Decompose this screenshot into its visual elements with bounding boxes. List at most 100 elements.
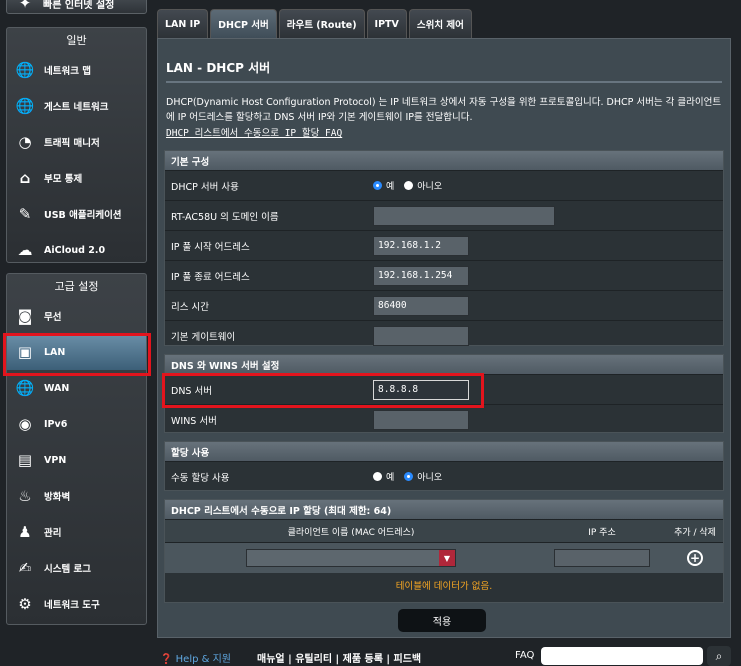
apply-button[interactable]: 적용 (398, 609, 486, 632)
dhcp-enable-no-radio[interactable] (404, 181, 414, 190)
guest-network-icon: 🌐 (15, 97, 35, 115)
add-icon[interactable]: + (687, 550, 703, 566)
sidebar-item-label: WAN (44, 382, 70, 394)
sidebar-item-parental-control[interactable]: ⌂ 부모 통제 (7, 160, 146, 196)
sidebar-item-guest-network[interactable]: 🌐 게스트 네트워크 (7, 88, 146, 124)
pool-end-label: IP 풀 종료 어드레스 (171, 271, 250, 283)
manual-assign-header: 할당 사용 (165, 442, 723, 461)
tools-icon: ⚙ (18, 595, 32, 613)
tab-switch-control[interactable]: 스위치 제어 (408, 9, 472, 38)
sidebar-item-usb-application[interactable]: ✎ USB 애플리케이션 (7, 196, 146, 232)
wins-server-input[interactable] (373, 409, 469, 430)
sidebar-item-label: IPv6 (44, 418, 68, 430)
tab-bar: LAN IP DHCP 서버 라우트 (Route) IPTV 스위치 제어 (157, 8, 472, 38)
lease-row: 리스 시간 (165, 290, 723, 320)
manual-assign-label: 수동 할당 사용 (171, 472, 230, 484)
pool-start-label: IP 풀 시작 어드레스 (171, 241, 250, 253)
help-label: Help & 지원 (175, 654, 231, 665)
tab-route[interactable]: 라우트 (Route) (278, 9, 365, 38)
table-header-row: 클라이언트 이름 (MAC 어드레스) IP 주소 추가 / 삭제 (165, 519, 723, 542)
dns-server-row: DNS 서버 (165, 374, 723, 404)
main-panel: LAN - DHCP 서버 DHCP(Dynamic Host Configur… (157, 38, 731, 638)
dhcp-enable-row: DHCP 서버 사용 예 아니오 (165, 170, 723, 200)
vpn-icon: ▤ (17, 451, 33, 469)
sidebar-item-label: 시스템 로그 (44, 564, 92, 575)
manual-assign-no-label: 아니오 (417, 473, 443, 483)
sidebar-item-label: USB 애플리케이션 (44, 210, 122, 221)
sidebar-item-network-tools[interactable]: ⚙ 네트워크 도구 (7, 586, 146, 622)
help-support-link[interactable]: ❓ Help & 지원 (160, 650, 231, 665)
manual-dhcp-table-header: DHCP 리스트에서 수동으로 IP 할당 (최대 제한: 64) (165, 500, 723, 519)
domain-label: RT-AC58U 의 도메인 이름 (171, 211, 279, 223)
manual-assign-yes-radio[interactable] (373, 472, 382, 481)
sidebar-item-lan[interactable]: ▣ LAN (7, 334, 146, 370)
faq-link[interactable]: DHCP 리스트에서 수동으로 IP 할당 FAQ (166, 125, 342, 139)
sidebar-general-panel: 일반 🌐 네트워크 맵 🌐 게스트 네트워크 ◔ 트래픽 매니저 ⌂ 부모 통제… (6, 27, 147, 263)
sidebar-advanced-header: 고급 설정 (54, 280, 99, 293)
dns-server-input[interactable] (373, 379, 469, 400)
wins-server-row: WINS 서버 (165, 404, 723, 434)
sidebar-item-label: 빠른 인터넷 설정 (43, 0, 115, 11)
dns-wins-section: DNS 와 WINS 서버 설정 DNS 서버 WINS 서버 (164, 354, 724, 433)
sidebar-item-aicloud[interactable]: ☁ AiCloud 2.0 (7, 232, 146, 268)
sidebar-item-network-map[interactable]: 🌐 네트워크 맵 (7, 52, 146, 88)
tab-lan-ip[interactable]: LAN IP (157, 9, 209, 38)
title-divider (166, 81, 722, 83)
sidebar-item-label: LAN (44, 346, 66, 358)
sidebar-item-ipv6[interactable]: ◉ IPv6 (7, 406, 146, 442)
wins-server-label: WINS 서버 (171, 415, 217, 427)
dhcp-enable-label: DHCP 서버 사용 (171, 181, 239, 193)
basic-config-section: 기본 구성 DHCP 서버 사용 예 아니오 RT-AC58U 의 도메인 이름… (164, 150, 724, 346)
col-ip-header: IP 주소 (588, 527, 616, 538)
faq-search-input[interactable] (541, 647, 703, 665)
dns-server-label: DNS 서버 (171, 385, 212, 397)
sidebar-item-quick-setup[interactable]: ✦ 빠른 인터넷 설정 (6, 0, 147, 14)
manual-assign-section: 할당 사용 수동 할당 사용 예 아니오 (164, 441, 724, 491)
domain-row: RT-AC58U 의 도메인 이름 (165, 200, 723, 230)
ip-address-input[interactable] (554, 549, 650, 567)
gateway-label: 기본 게이트웨이 (171, 331, 236, 343)
dns-wins-header: DNS 와 WINS 서버 설정 (165, 355, 723, 374)
sidebar-item-traffic-manager[interactable]: ◔ 트래픽 매니저 (7, 124, 146, 160)
sidebar-item-wireless[interactable]: ◙ 무선 (7, 298, 146, 334)
sidebar-general-header: 일반 (66, 34, 87, 47)
lease-time-input[interactable] (373, 295, 469, 316)
client-select[interactable]: ▼ (246, 549, 456, 567)
sidebar-item-vpn[interactable]: ▤ VPN (7, 442, 146, 478)
footer-links[interactable]: 매뉴얼 | 유틸리티 | 제품 등록 | 피드백 (257, 650, 421, 665)
chevron-down-icon: ▼ (439, 550, 455, 566)
pool-end-input[interactable] (373, 265, 469, 286)
table-input-row: ▼ + (165, 542, 723, 573)
gateway-row: 기본 게이트웨이 (165, 320, 723, 350)
help-icon: ❓ (160, 654, 173, 665)
domain-name-input[interactable] (373, 205, 555, 226)
gateway-input[interactable] (373, 325, 469, 346)
sidebar-item-system-log[interactable]: ✍ 시스템 로그 (7, 550, 146, 586)
admin-icon: ♟ (18, 523, 32, 541)
tab-iptv[interactable]: IPTV (366, 9, 407, 38)
manual-assign-yes-label: 예 (386, 473, 395, 483)
dhcp-enable-yes-label: 예 (386, 182, 395, 192)
sidebar-item-administration[interactable]: ♟ 관리 (7, 514, 146, 550)
sidebar-item-label: 네트워크 도구 (44, 600, 100, 611)
globe-icon: 🌐 (15, 379, 35, 397)
sidebar-advanced-panel: 고급 설정 ◙ 무선 ▣ LAN 🌐 WAN ◉ IPv6 ▤ VPN ♨ 방화… (6, 273, 147, 625)
dhcp-enable-yes-radio[interactable] (373, 181, 382, 190)
wifi-icon: ◙ (17, 307, 33, 325)
dhcp-enable-no-label: 아니오 (417, 182, 443, 192)
puzzle-icon: ✎ (18, 205, 32, 223)
sidebar-item-label: AiCloud 2.0 (44, 244, 106, 256)
sidebar-item-firewall[interactable]: ♨ 방화벽 (7, 478, 146, 514)
sidebar-item-label: 관리 (44, 528, 62, 539)
tab-dhcp-server[interactable]: DHCP 서버 (210, 9, 277, 38)
speedometer-icon: ◔ (18, 133, 32, 151)
search-icon[interactable]: ⌕ (707, 646, 731, 666)
manual-dhcp-table: DHCP 리스트에서 수동으로 IP 할당 (최대 제한: 64) 클라이언트 … (164, 499, 724, 603)
sidebar-item-label: VPN (44, 454, 67, 466)
sidebar-item-wan[interactable]: 🌐 WAN (7, 370, 146, 406)
pool-start-input[interactable] (373, 235, 469, 256)
faq-label: FAQ (515, 650, 535, 661)
wand-icon: ✦ (18, 0, 32, 12)
manual-assign-no-radio[interactable] (404, 472, 414, 481)
table-empty-message: 테이블에 데이터가 없음. (395, 581, 493, 592)
